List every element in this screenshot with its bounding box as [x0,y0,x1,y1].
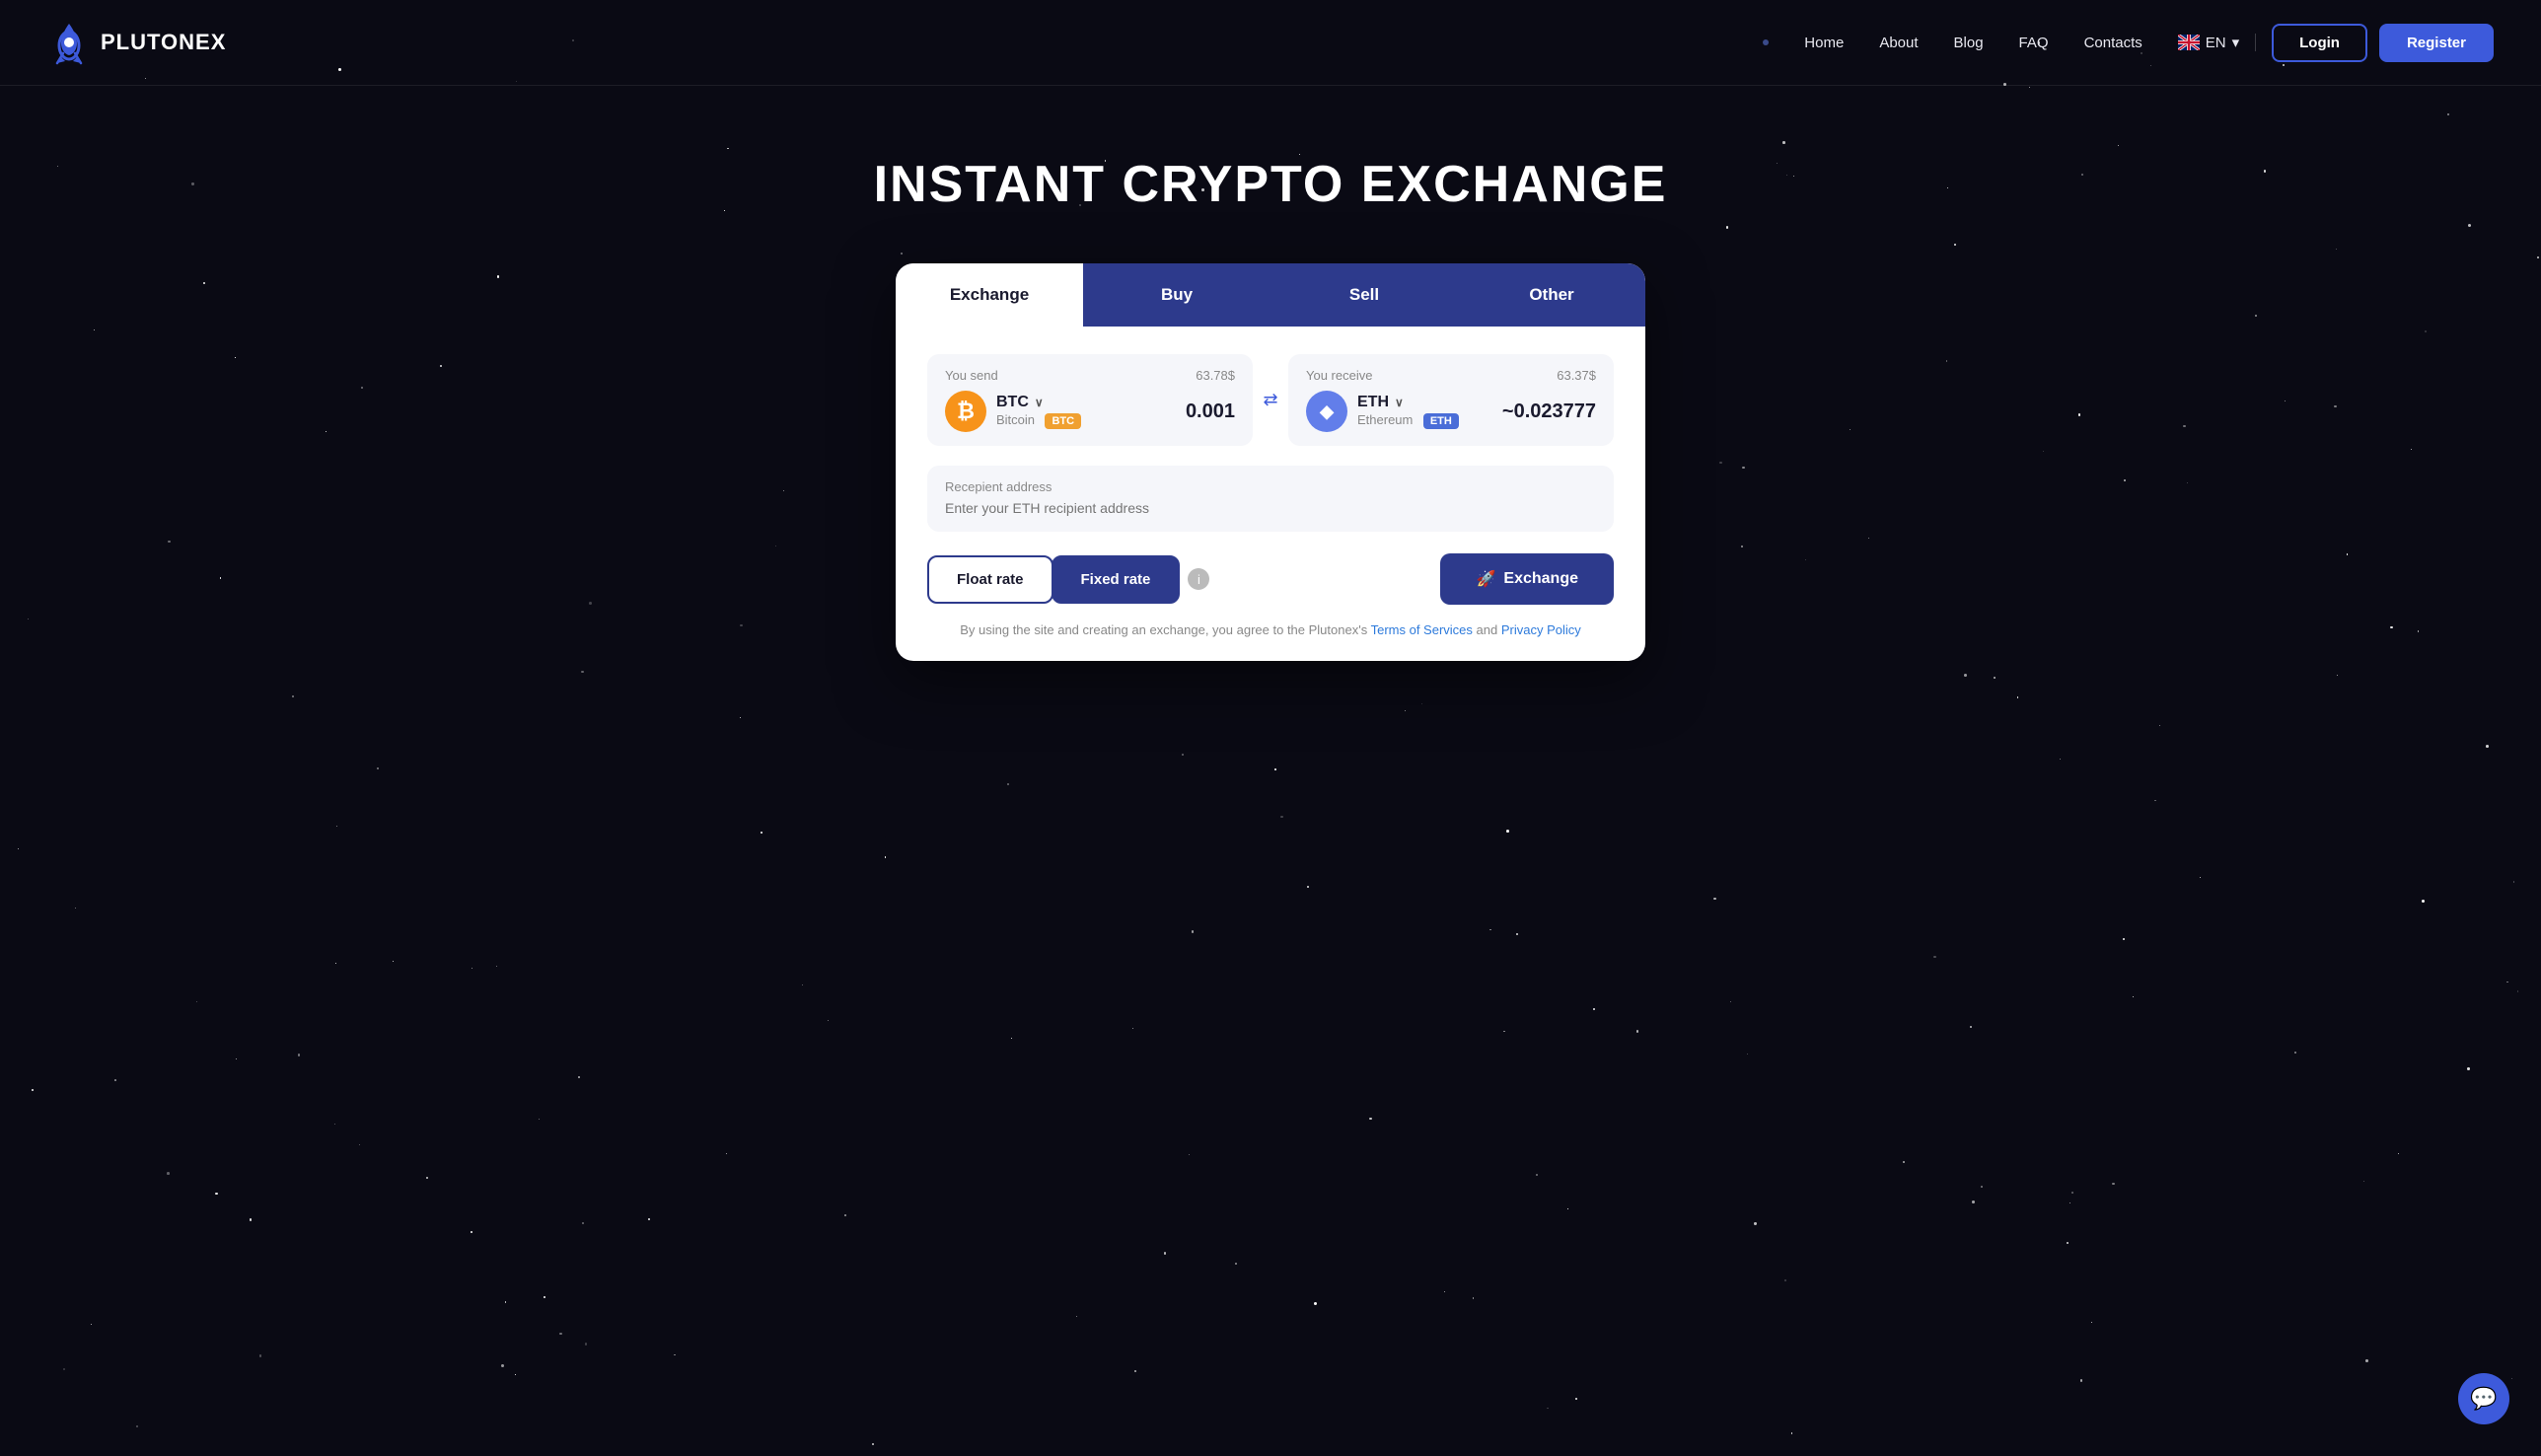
logo-icon [47,18,91,67]
eth-chevron: ∨ [1395,396,1404,409]
btc-symbol: BTC [996,394,1029,411]
send-amount[interactable]: 0.001 [1186,400,1235,423]
hero-title: INSTANT CRYPTO EXCHANGE [874,155,1668,214]
swap-button[interactable]: ⇄ [1253,354,1288,446]
nav-about[interactable]: About [1879,35,1918,51]
privacy-policy-link[interactable]: Privacy Policy [1501,622,1581,637]
logo: PLUTONEX [47,18,226,67]
exchange-button[interactable]: 🚀 Exchange [1440,553,1614,605]
btc-fullname-row: Bitcoin BTC [996,411,1081,429]
eth-fullname: Ethereum [1357,412,1413,427]
nav-links: Home About Blog FAQ Contacts [1763,35,2142,51]
btc-name-group: BTC ∨ Bitcoin BTC [996,394,1081,429]
action-row: Float rate Fixed rate i 🚀 Exchange [927,553,1614,605]
terms-and: and [1477,622,1498,637]
chat-button[interactable]: 💬 [2458,1373,2509,1424]
terms-of-service-link[interactable]: Terms of Services [1371,622,1473,637]
main-content: INSTANT CRYPTO EXCHANGE Exchange Buy Sel… [0,86,2541,661]
language-selector[interactable]: EN ▾ [2178,34,2256,51]
eth-name-group: ETH ∨ Ethereum ETH [1357,394,1459,429]
tabs: Exchange Buy Sell Other [896,263,1645,327]
receive-amount: ~0.023777 [1502,400,1596,423]
recipient-box: Recepient address [927,466,1614,532]
receive-label-row: You receive 63.37$ [1306,368,1596,383]
tab-sell[interactable]: Sell [1270,263,1458,327]
send-side: You send 63.78$ ₿ BTC ∨ [927,354,1253,446]
navbar: PLUTONEX Home About Blog FAQ Contacts EN… [0,0,2541,86]
chat-icon: 💬 [2470,1386,2497,1412]
register-button[interactable]: Register [2379,24,2494,62]
btc-badge: BTC [1045,413,1081,429]
recipient-input[interactable] [945,500,1596,516]
float-rate-button[interactable]: Float rate [927,555,1053,604]
send-coin-info: ₿ BTC ∨ Bitcoin BTC [945,391,1081,432]
send-coin-row: ₿ BTC ∨ Bitcoin BTC [945,391,1235,432]
btc-ticker[interactable]: BTC ∨ [996,394,1081,411]
info-icon[interactable]: i [1188,568,1209,590]
terms-prefix: By using the site and creating an exchan… [960,622,1367,637]
eth-ticker[interactable]: ETH ∨ [1357,394,1459,411]
exchange-card: Exchange Buy Sell Other You send 63.78$ … [896,263,1645,661]
receive-label: You receive [1306,368,1372,383]
eth-fullname-row: Ethereum ETH [1357,411,1459,429]
receive-coin-row: ◆ ETH ∨ Ethereum ETH [1306,391,1596,432]
send-usd: 63.78$ [1196,368,1235,383]
recipient-label: Recepient address [945,479,1596,494]
send-label: You send [945,368,998,383]
eth-symbol: ETH [1357,394,1389,411]
nav-home[interactable]: Home [1804,35,1844,51]
exchange-row: You send 63.78$ ₿ BTC ∨ [927,354,1614,446]
tab-exchange[interactable]: Exchange [896,263,1083,327]
card-body: You send 63.78$ ₿ BTC ∨ [896,327,1645,661]
receive-coin-info: ◆ ETH ∨ Ethereum ETH [1306,391,1459,432]
logo-text: PLUTONEX [101,30,226,55]
lang-label: EN [2206,35,2226,51]
receive-usd: 63.37$ [1557,368,1596,383]
lang-chevron: ▾ [2232,34,2240,51]
btc-fullname: Bitcoin [996,412,1035,427]
tab-buy[interactable]: Buy [1083,263,1270,327]
login-button[interactable]: Login [2272,24,2367,62]
fixed-rate-button[interactable]: Fixed rate [1052,555,1181,604]
receive-side: You receive 63.37$ ◆ ETH ∨ [1288,354,1614,446]
btc-icon: ₿ [945,391,986,432]
flag-icon [2178,35,2200,50]
btc-chevron: ∨ [1035,396,1044,409]
terms-text: By using the site and creating an exchan… [927,622,1614,637]
exchange-btn-label: Exchange [1503,570,1578,588]
eth-badge: ETH [1423,413,1459,429]
nav-faq[interactable]: FAQ [2019,35,2049,51]
nav-blog[interactable]: Blog [1954,35,1984,51]
nav-contacts[interactable]: Contacts [2084,35,2142,51]
nav-dot [1763,39,1769,45]
eth-icon: ◆ [1306,391,1347,432]
send-label-row: You send 63.78$ [945,368,1235,383]
tab-other[interactable]: Other [1458,263,1645,327]
exchange-btn-icon: 🚀 [1476,569,1495,589]
